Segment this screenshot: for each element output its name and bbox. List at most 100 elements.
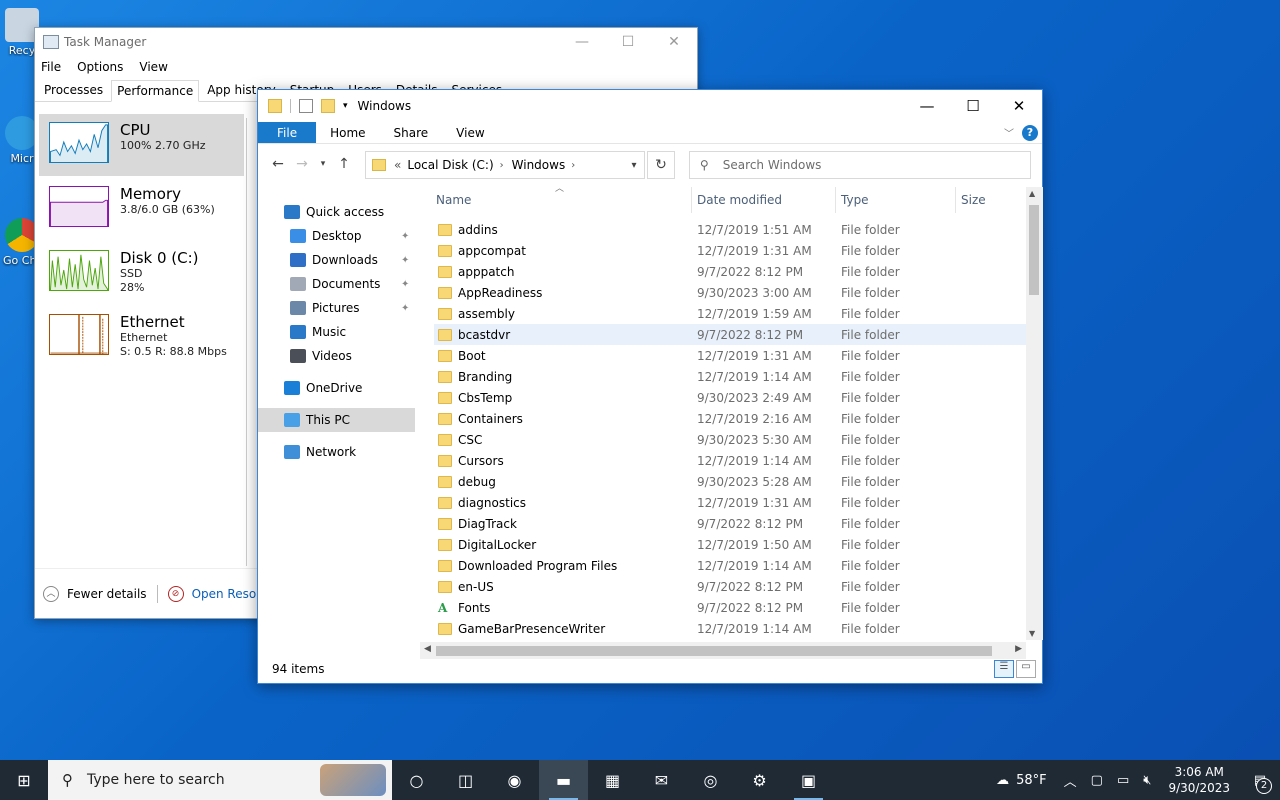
breadcrumb-overflow[interactable]: « [394, 158, 401, 172]
weather-temp[interactable]: 58°F [1016, 773, 1047, 788]
search-box[interactable]: ⚲ Search Windows [689, 151, 1031, 179]
file-explorer-icon[interactable]: ▬ [539, 760, 588, 800]
nav-item-videos[interactable]: Videos [258, 344, 418, 368]
file-row[interactable]: Cursors 12/7/2019 1:14 AM File folder [434, 450, 1028, 471]
nav-item-downloads[interactable]: Downloads ✦ [258, 248, 418, 272]
tab-processes[interactable]: Processes [38, 79, 109, 101]
expand-ribbon-icon[interactable]: ﹀ [1004, 125, 1014, 140]
breadcrumb-windows[interactable]: Windows [512, 158, 566, 172]
file-row[interactable]: AppReadiness 9/30/2023 3:00 AM File folder [434, 282, 1028, 303]
nav-item-quick-access[interactable]: Quick access [258, 200, 418, 224]
vertical-scrollbar[interactable]: ▲ ▼ [1026, 187, 1043, 640]
file-row[interactable]: Containers 12/7/2019 2:16 AM File folder [434, 408, 1028, 429]
weather-icon[interactable]: ☁ [996, 773, 1009, 788]
back-button[interactable]: ← [266, 156, 290, 172]
task-manager-titlebar[interactable]: Task Manager — ☐ ✕ [35, 28, 697, 56]
maximize-button[interactable]: ☐ [605, 34, 651, 50]
file-row[interactable]: DiagTrack 9/7/2022 8:12 PM File folder [434, 513, 1028, 534]
file-row[interactable]: Branding 12/7/2019 1:14 AM File folder [434, 366, 1028, 387]
address-bar[interactable]: « Local Disk (C:) › Windows › ▾ [365, 151, 645, 179]
task-view-icon[interactable]: ◫ [441, 760, 490, 800]
details-view-icon[interactable]: ☰ [994, 660, 1014, 678]
menu-file[interactable]: File [41, 60, 61, 74]
fewer-details-link[interactable]: Fewer details [67, 587, 147, 601]
close-button[interactable]: ✕ [651, 34, 697, 50]
large-icons-view-icon[interactable]: ▭ [1016, 660, 1036, 678]
scrollbar-thumb[interactable] [1029, 205, 1039, 295]
file-row[interactable]: addins 12/7/2019 1:51 AM File folder [434, 219, 1028, 240]
settings-icon[interactable]: ⚙ [735, 760, 784, 800]
chevron-up-icon[interactable]: ︿ [43, 585, 59, 602]
meet-now-icon[interactable]: ▢ [1091, 773, 1103, 788]
ribbon-tab-home[interactable]: Home [316, 122, 379, 143]
file-row[interactable]: assembly 12/7/2019 1:59 AM File folder [434, 303, 1028, 324]
nav-item-documents[interactable]: Documents ✦ [258, 272, 418, 296]
store-icon[interactable]: ▦ [588, 760, 637, 800]
perf-item-cpu[interactable]: CPU 100% 2.70 GHz [39, 114, 244, 176]
nav-item-network[interactable]: Network [258, 440, 418, 464]
nav-item-desktop[interactable]: Desktop ✦ [258, 224, 418, 248]
minimize-button[interactable]: — [559, 34, 605, 50]
file-row[interactable]: apppatch 9/7/2022 8:12 PM File folder [434, 261, 1028, 282]
perf-item-ethernet[interactable]: Ethernet Ethernet S: 0.5 R: 88.8 Mbps [39, 306, 244, 368]
column-date-modified[interactable]: Date modified [692, 187, 836, 213]
forward-button[interactable]: → [290, 156, 314, 172]
minimize-button[interactable]: — [904, 97, 950, 115]
cortana-icon[interactable]: ○ [392, 760, 441, 800]
ribbon-tab-file[interactable]: File [258, 122, 317, 143]
task-manager-icon[interactable]: ▣ [784, 760, 833, 800]
menu-view[interactable]: View [139, 60, 167, 74]
refresh-button[interactable]: ↻ [647, 151, 675, 179]
notifications-icon[interactable]: ▤2 [1240, 773, 1280, 794]
nav-item-pictures[interactable]: Pictures ✦ [258, 296, 418, 320]
scroll-left-icon[interactable]: ◀ [424, 644, 431, 654]
file-row[interactable]: Downloaded Program Files 12/7/2019 1:14 A… [434, 555, 1028, 576]
new-folder-icon[interactable] [321, 99, 335, 113]
horizontal-scrollbar[interactable]: ◀ ▶ [420, 642, 1026, 659]
column-size[interactable]: Size [956, 187, 1026, 213]
menu-options[interactable]: Options [77, 60, 123, 74]
file-row[interactable]: DigitalLocker 12/7/2019 1:50 AM File folde… [434, 534, 1028, 555]
nav-item-onedrive[interactable]: OneDrive [258, 376, 418, 400]
chrome-icon[interactable]: ◎ [686, 760, 735, 800]
scroll-up-icon[interactable]: ▲ [1029, 189, 1035, 198]
file-row[interactable]: A Fonts 9/7/2022 8:12 PM File folder [434, 597, 1028, 618]
taskbar-search[interactable]: ⚲ Type here to search [48, 760, 392, 800]
properties-icon[interactable] [299, 99, 313, 113]
file-row[interactable]: diagnostics 12/7/2019 1:31 AM File folder [434, 492, 1028, 513]
tab-performance[interactable]: Performance [111, 80, 200, 102]
scroll-right-icon[interactable]: ▶ [1015, 644, 1022, 654]
volume-muted-icon[interactable]: 🔇︎ [1143, 773, 1151, 788]
nav-item-this-pc[interactable]: This PC [258, 408, 415, 432]
file-row[interactable]: CbsTemp 9/30/2023 2:49 AM File folder [434, 387, 1028, 408]
explorer-titlebar[interactable]: ▾ Windows — ☐ ✕ [258, 90, 1042, 122]
chevron-down-icon[interactable]: ▾ [624, 160, 644, 171]
file-row[interactable]: appcompat 12/7/2019 1:31 AM File folder [434, 240, 1028, 261]
nav-item-music[interactable]: Music [258, 320, 418, 344]
chevron-right-icon[interactable]: › [500, 160, 504, 171]
maximize-button[interactable]: ☐ [950, 97, 996, 115]
close-button[interactable]: ✕ [996, 97, 1042, 115]
file-row[interactable]: debug 9/30/2023 5:28 AM File folder [434, 471, 1028, 492]
perf-item-memory[interactable]: Memory 3.8/6.0 GB (63%) [39, 178, 244, 240]
qa-dropdown-icon[interactable]: ▾ [343, 101, 348, 111]
up-button[interactable]: ↑ [332, 156, 356, 172]
perf-item-disk[interactable]: Disk 0 (C:) SSD 28% [39, 242, 244, 304]
file-row[interactable]: GameBarPresenceWriter 12/7/2019 1:14 AM Fi… [434, 618, 1028, 639]
network-icon[interactable]: ▭ [1117, 773, 1129, 788]
column-type[interactable]: Type [836, 187, 956, 213]
breadcrumb-local-disk[interactable]: Local Disk (C:) [407, 158, 493, 172]
file-row[interactable]: en-US 9/7/2022 8:12 PM File folder [434, 576, 1028, 597]
file-row[interactable]: CSC 9/30/2023 5:30 AM File folder [434, 429, 1028, 450]
scroll-down-icon[interactable]: ▼ [1029, 629, 1035, 638]
scrollbar-thumb[interactable] [436, 646, 992, 656]
ribbon-tab-view[interactable]: View [442, 122, 498, 143]
help-icon[interactable]: ? [1022, 124, 1038, 141]
mail-icon[interactable]: ✉ [637, 760, 686, 800]
clock[interactable]: 3:06 AM 9/30/2023 [1168, 764, 1230, 796]
chevron-right-icon[interactable]: › [571, 160, 575, 171]
ribbon-tab-share[interactable]: Share [380, 122, 443, 143]
file-row[interactable]: Boot 12/7/2019 1:31 AM File folder [434, 345, 1028, 366]
chevron-up-icon[interactable]: ︿ [1064, 771, 1077, 790]
windows-start-icon[interactable]: ⊞ [0, 771, 48, 790]
